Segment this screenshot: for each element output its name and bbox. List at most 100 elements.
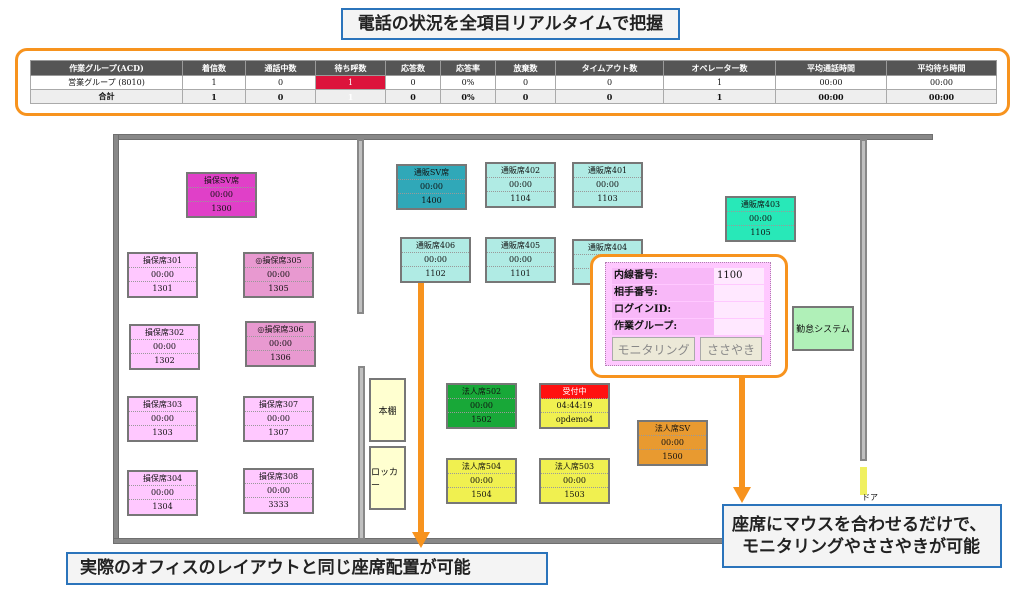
- seat-time: 00:00: [129, 268, 196, 282]
- attendance-system-button[interactable]: 勤怠システム: [792, 306, 854, 351]
- cell-answered: 0: [385, 89, 441, 104]
- col-header-abandoned: 放棄数: [495, 60, 556, 76]
- popup-label: 相手番号:: [612, 284, 714, 301]
- popup-value: [714, 318, 764, 335]
- seat-name: 損保席301: [129, 254, 196, 268]
- seat-ext: 1306: [270, 353, 291, 362]
- seat-ext: 1400: [421, 196, 442, 205]
- cell-group: 合計: [30, 89, 183, 104]
- seat-ext: 3333: [268, 500, 289, 509]
- cell-in-call: 0: [245, 89, 316, 104]
- seat-sonpo-305[interactable]: ◎損保席305 00:00 1305: [243, 252, 314, 298]
- seat-tsuhan-405[interactable]: 通販席405 00:00 1101: [485, 237, 556, 283]
- seat-tsuhan-401[interactable]: 通販席401 00:00 1103: [572, 162, 643, 208]
- seat-tsuhan-sv[interactable]: 通販SV席 00:00 1400: [396, 164, 467, 210]
- seat-sonpo-304[interactable]: 損保席304 00:00 1304: [127, 470, 198, 516]
- seat-time: 00:00: [245, 412, 312, 426]
- seat-ext: 1105: [750, 228, 771, 237]
- popup-label: ログインID:: [612, 301, 714, 318]
- popup-value: 1100: [714, 267, 764, 284]
- popup-row-login-id: ログインID:: [612, 301, 764, 318]
- seat-status: 受付中: [541, 385, 608, 399]
- seat-hojin-sv[interactable]: 法人席SV 00:00 1500: [637, 420, 708, 466]
- seat-hojin-503[interactable]: 法人席503 00:00 1503: [539, 458, 610, 504]
- partition-upper: [357, 139, 364, 314]
- cell-avg-talk: 00:00: [775, 75, 887, 90]
- seat-name: 法人席502: [448, 385, 515, 399]
- seat-ext: 1301: [152, 284, 173, 293]
- partition-right: [860, 139, 867, 461]
- cell-avg-wait: 00:00: [886, 89, 997, 104]
- monitoring-button[interactable]: モニタリング: [612, 337, 695, 361]
- table-row: 営業グループ (8010) 1 0 1 0 0% 0 0 1 00:00 00:…: [30, 75, 997, 90]
- cell-incoming: 1: [182, 89, 246, 104]
- seat-operator-id: opdemo4: [555, 415, 594, 424]
- cell-timeout: 0: [555, 89, 664, 104]
- whisper-button[interactable]: ささやき: [700, 337, 762, 361]
- cell-answer-rate: 0%: [440, 89, 496, 104]
- seat-time: 00:00: [129, 412, 196, 426]
- seat-ext: 1304: [152, 502, 173, 511]
- seat-ext: 1500: [662, 452, 683, 461]
- arrow-line-layout: [418, 283, 424, 533]
- cell-timeout: 0: [555, 75, 664, 90]
- popup-value: [714, 301, 764, 318]
- seat-tsuhan-402[interactable]: 通販席402 00:00 1104: [485, 162, 556, 208]
- popup-label: 内線番号:: [612, 267, 714, 284]
- seat-time: 00:00: [541, 474, 608, 488]
- seat-tsuhan-406[interactable]: 通販席406 00:00 1102: [400, 237, 471, 283]
- seat-hojin-504[interactable]: 法人席504 00:00 1504: [446, 458, 517, 504]
- seat-ext: 1300: [211, 204, 232, 213]
- table-header-row: 作業グループ(ACD) 着信数 通話中数 待ち呼数 応答数 応答率 放棄数 タイ…: [30, 60, 997, 76]
- seat-ext: 1104: [510, 194, 531, 203]
- door-label: ドア: [862, 493, 878, 502]
- seat-ext: 1502: [471, 415, 492, 424]
- popup-row-partner-number: 相手番号:: [612, 284, 764, 301]
- seat-time: 00:00: [487, 178, 554, 192]
- col-header-answer-rate: 応答率: [440, 60, 496, 76]
- seat-time: 00:00: [129, 486, 196, 500]
- seat-hover-popup: 内線番号: 1100 相手番号: ログインID: 作業グループ: モニタリング …: [605, 262, 771, 366]
- cell-avg-talk: 00:00: [775, 89, 887, 104]
- seat-name: 損保席307: [245, 398, 312, 412]
- seat-receiving[interactable]: 受付中 04:44:19 opdemo4: [539, 383, 610, 429]
- seat-name: 通販席403: [727, 198, 794, 212]
- seat-time: 00:00: [448, 399, 515, 413]
- seat-time: 00:00: [245, 268, 312, 282]
- seat-sonpo-301[interactable]: 損保席301 00:00 1301: [127, 252, 198, 298]
- fixture-bookshelf: 本棚: [369, 378, 406, 442]
- arrow-head-popup: [733, 487, 751, 503]
- seat-time: 00:00: [487, 253, 554, 267]
- cell-waiting: 1: [315, 75, 386, 90]
- seat-sonpo-306[interactable]: ◎損保席306 00:00 1306: [245, 321, 316, 367]
- seat-name: 通販SV席: [398, 166, 465, 180]
- popup-label: 作業グループ:: [612, 318, 714, 335]
- seat-name: 損保席303: [129, 398, 196, 412]
- callout-line-1: 座席にマウスを合わせるだけで、: [732, 515, 987, 535]
- seat-ext: 1302: [154, 356, 175, 365]
- seat-time: 00:00: [245, 484, 312, 498]
- seat-hojin-502[interactable]: 法人席502 00:00 1502: [446, 383, 517, 429]
- seat-name: 損保席302: [131, 326, 198, 340]
- seat-name: 損保席308: [245, 470, 312, 484]
- cell-in-call: 0: [245, 75, 316, 90]
- seat-sonpo-307[interactable]: 損保席307 00:00 1307: [243, 396, 314, 442]
- popup-row-work-group: 作業グループ:: [612, 318, 764, 335]
- seat-sonpo-sv[interactable]: 損保SV席 00:00 1300: [186, 172, 257, 218]
- seat-tsuhan-403[interactable]: 通販席403 00:00 1105: [725, 196, 796, 242]
- seat-name: 通販席405: [487, 239, 554, 253]
- col-header-group: 作業グループ(ACD): [30, 60, 183, 76]
- seat-sonpo-308[interactable]: 損保席308 00:00 3333: [243, 468, 314, 514]
- wall-left: [113, 134, 119, 544]
- cell-abandoned: 0: [495, 89, 556, 104]
- seat-time: 00:00: [131, 340, 198, 354]
- seat-ext: 1504: [471, 490, 492, 499]
- arrow-head-layout: [412, 532, 430, 548]
- seat-sonpo-303[interactable]: 損保席303 00:00 1303: [127, 396, 198, 442]
- seat-sonpo-302[interactable]: 損保席302 00:00 1302: [129, 324, 200, 370]
- seat-name: ◎損保席306: [247, 323, 314, 337]
- seat-time: 00:00: [574, 178, 641, 192]
- cell-incoming: 1: [182, 75, 246, 90]
- col-header-waiting: 待ち呼数: [315, 60, 386, 76]
- cell-answered: 0: [385, 75, 441, 90]
